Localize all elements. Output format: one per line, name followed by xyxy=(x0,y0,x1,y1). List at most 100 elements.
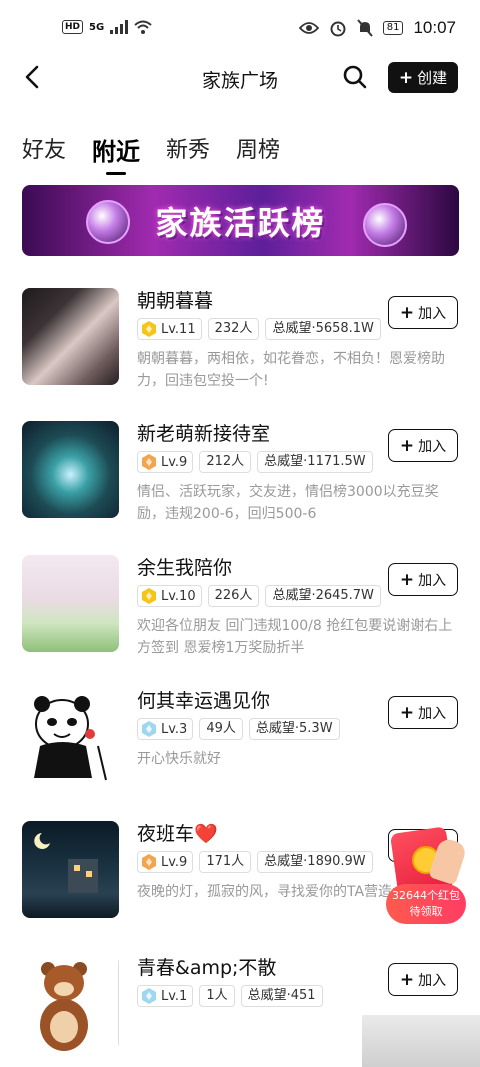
plus-icon: + xyxy=(399,302,415,323)
hexagon-level-icon xyxy=(142,454,156,470)
battery-indicator: 81 xyxy=(382,21,404,35)
status-bar: HD 5G 81 10:07 xyxy=(0,0,480,60)
prestige-total: 总威望·1171.5W xyxy=(257,451,373,473)
member-count: 226人 xyxy=(207,585,260,607)
hexagon-level-icon xyxy=(142,988,156,1004)
plus-icon: + xyxy=(399,702,415,723)
prestige-total: 总威望·5658.1W xyxy=(265,318,381,340)
join-label: 加入 xyxy=(418,705,447,722)
family-avatar xyxy=(22,821,119,918)
level-badge: Lv.10 xyxy=(137,585,202,607)
search-icon[interactable] xyxy=(342,64,368,90)
join-label: 加入 xyxy=(418,972,447,989)
family-description: 欢迎各位朋友 回门违规100/8 抢红包要说谢谢右上方签到 恩爱榜1万奖励折半 xyxy=(137,618,453,656)
level-text: Lv.9 xyxy=(161,854,188,870)
wifi-icon xyxy=(134,20,152,34)
decor-ball-left xyxy=(86,200,130,244)
signal-icon xyxy=(110,20,129,34)
level-badge: Lv.9 xyxy=(137,451,194,473)
family-list-item[interactable]: 朝朝暮暮 Lv.11 232人 总威望·5658.1W 朝朝暮暮，两相依，如花眷… xyxy=(22,286,458,396)
plus-icon: + xyxy=(399,435,415,456)
tab-weekly[interactable]: 周榜 xyxy=(236,132,280,175)
level-text: Lv.1 xyxy=(161,988,188,1004)
prestige-total: 总威望·1890.9W xyxy=(257,851,373,873)
family-name: 余生我陪你 xyxy=(137,557,233,579)
level-text: Lv.9 xyxy=(161,454,188,470)
status-time: 10:07 xyxy=(413,18,456,37)
member-count: 49人 xyxy=(199,718,243,740)
family-name: 何其幸运遇见你 xyxy=(137,690,271,712)
banner-text: 家族活跃榜 xyxy=(155,203,326,242)
hd-indicator: HD xyxy=(62,20,84,34)
level-text: Lv.11 xyxy=(161,321,196,337)
corner-overlay xyxy=(362,1015,480,1067)
decor-ball-right xyxy=(363,203,407,247)
family-badges: Lv.1 1人 总威望·451 xyxy=(137,985,323,1007)
family-list-item[interactable]: 何其幸运遇见你 Lv.3 49人 总威望·5.3W 开心快乐就好 + 加入 xyxy=(22,686,458,796)
level-badge: Lv.1 xyxy=(137,985,194,1007)
top-bar: 家族广场 + 创建 xyxy=(0,58,480,98)
plus-icon: + xyxy=(399,569,415,590)
hexagon-level-icon xyxy=(142,321,156,337)
bear-image xyxy=(40,959,119,1051)
family-name: 夜班车❤️ xyxy=(137,823,218,845)
prestige-total: 总威望·451 xyxy=(240,985,323,1007)
family-avatar xyxy=(22,955,119,1052)
family-avatar xyxy=(22,421,119,518)
red-packet-float-button[interactable]: 32644个红包 待领取 xyxy=(386,826,468,928)
family-badges: Lv.9 171人 总威望·1890.9W xyxy=(137,851,373,873)
member-count: 232人 xyxy=(207,318,260,340)
prestige-total: 总威望·5.3W xyxy=(248,718,340,740)
family-badges: Lv.3 49人 总威望·5.3W xyxy=(137,718,340,740)
red-packet-count: 32644个红包 xyxy=(392,889,460,902)
red-packet-status: 待领取 xyxy=(409,905,443,918)
member-count: 171人 xyxy=(199,851,252,873)
family-description: 情侣、活跃玩家，交友进，情侣榜3000以充豆奖励，违规200-6，回归500-6 xyxy=(137,484,439,522)
plus-icon: + xyxy=(399,969,415,990)
family-list-item[interactable]: 余生我陪你 Lv.10 226人 总威望·2645.7W 欢迎各位朋友 回门违规… xyxy=(22,553,458,663)
family-badges: Lv.10 226人 总威望·2645.7W xyxy=(137,585,381,607)
plus-icon: + xyxy=(398,67,414,88)
level-badge: Lv.11 xyxy=(137,318,202,340)
network-label: 5G xyxy=(89,21,105,33)
tab-nearby[interactable]: 附近 xyxy=(92,132,140,175)
join-button[interactable]: + 加入 xyxy=(388,963,458,996)
family-list-item[interactable]: 新老萌新接待室 Lv.9 212人 总威望·1171.5W 情侣、活跃玩家，交友… xyxy=(22,419,458,529)
tab-friends[interactable]: 好友 xyxy=(22,132,66,175)
mute-bell-icon xyxy=(356,19,373,37)
join-button[interactable]: + 加入 xyxy=(388,296,458,329)
tab-newcomers[interactable]: 新秀 xyxy=(166,132,210,175)
join-label: 加入 xyxy=(418,438,447,455)
hexagon-level-icon xyxy=(142,854,156,870)
family-description: 开心快乐就好 xyxy=(137,751,221,767)
activity-ranking-banner[interactable]: 家族活跃榜 xyxy=(22,185,459,256)
family-name: 青春&amp;不散 xyxy=(137,957,277,979)
family-avatar xyxy=(22,555,119,652)
family-tabs: 好友 附近 新秀 周榜 xyxy=(22,132,280,175)
hexagon-level-icon xyxy=(142,721,156,737)
hexagon-level-icon xyxy=(142,588,156,604)
join-button[interactable]: + 加入 xyxy=(388,563,458,596)
family-description: 朝朝暮暮，两相依，如花眷恋，不相负！恩爱榜助力，回违包空投一个! xyxy=(137,351,445,389)
family-avatar xyxy=(22,288,119,385)
join-label: 加入 xyxy=(418,572,447,589)
eye-icon xyxy=(298,22,319,34)
level-text: Lv.3 xyxy=(161,721,188,737)
level-badge: Lv.3 xyxy=(137,718,194,740)
create-label: 创建 xyxy=(417,69,448,87)
member-count: 1人 xyxy=(199,985,235,1007)
create-family-button[interactable]: + 创建 xyxy=(388,62,458,93)
family-badges: Lv.9 212人 总威望·1171.5W xyxy=(137,451,373,473)
red-packet-label: 32644个红包 待领取 xyxy=(386,884,466,924)
family-badges: Lv.11 232人 总威望·5658.1W xyxy=(137,318,381,340)
panda-meme-image xyxy=(34,696,107,781)
family-name: 新老萌新接待室 xyxy=(137,423,271,445)
join-button[interactable]: + 加入 xyxy=(388,429,458,462)
prestige-total: 总威望·2645.7W xyxy=(265,585,381,607)
family-name: 朝朝暮暮 xyxy=(137,290,214,312)
join-button[interactable]: + 加入 xyxy=(388,696,458,729)
level-text: Lv.10 xyxy=(161,588,196,604)
moon-icon xyxy=(34,833,98,893)
alarm-icon xyxy=(330,21,346,37)
family-avatar xyxy=(22,688,119,785)
